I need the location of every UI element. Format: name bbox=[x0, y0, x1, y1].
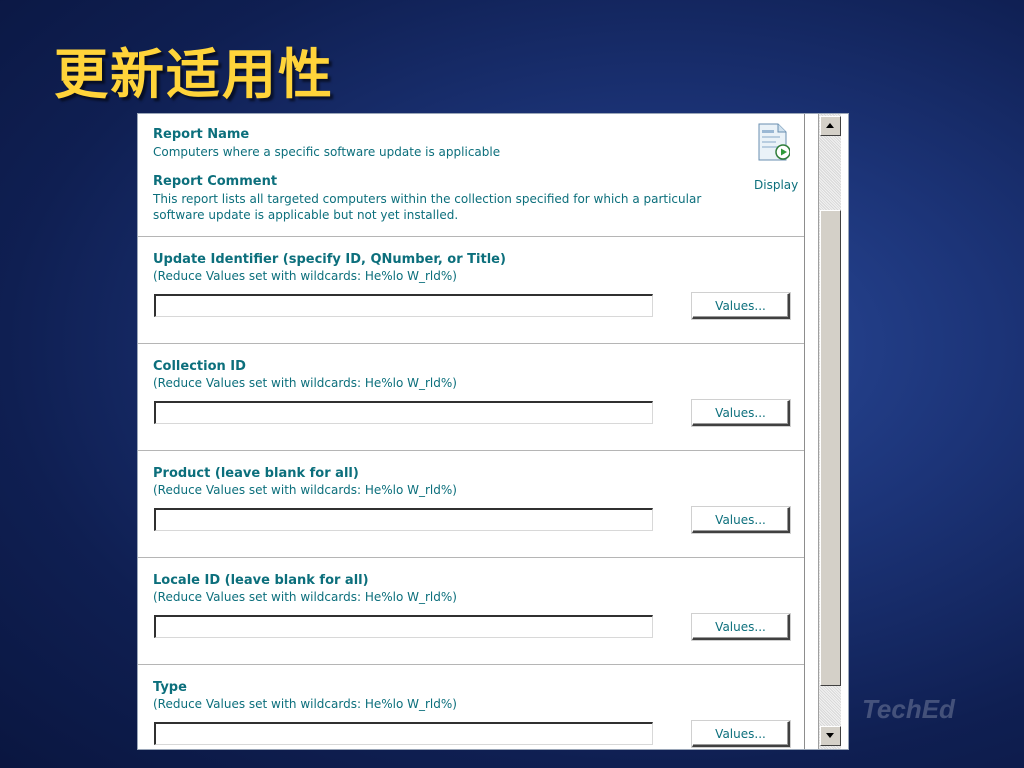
type-input[interactable] bbox=[154, 722, 653, 745]
locale-id-input[interactable] bbox=[154, 615, 653, 638]
watermark-logo: TechEd bbox=[862, 694, 955, 724]
vertical-scrollbar[interactable] bbox=[818, 114, 841, 749]
product-input[interactable] bbox=[154, 508, 653, 531]
parameter-name: Update Identifier (specify ID, QNumber, … bbox=[153, 252, 506, 267]
parameter-name: Collection ID bbox=[153, 359, 246, 374]
parameter-hint: (Reduce Values set with wildcards: He%lo… bbox=[153, 697, 457, 711]
update-identifier-input[interactable] bbox=[154, 294, 653, 317]
scroll-up-arrow-icon bbox=[826, 123, 834, 128]
parameter-hint: (Reduce Values set with wildcards: He%lo… bbox=[153, 376, 457, 390]
parameter-name: Type bbox=[153, 680, 187, 695]
collection-id-values-button[interactable]: Values... bbox=[692, 400, 790, 426]
type-values-button[interactable]: Values... bbox=[692, 721, 790, 747]
report-window: Report Name Computers where a specific s… bbox=[137, 113, 849, 750]
parameter-update-identifier: Update Identifier (specify ID, QNumber, … bbox=[138, 237, 804, 344]
parameter-name: Locale ID (leave blank for all) bbox=[153, 573, 369, 588]
parameter-hint: (Reduce Values set with wildcards: He%lo… bbox=[153, 590, 457, 604]
update-identifier-values-button[interactable]: Values... bbox=[692, 293, 790, 319]
report-comment-value: This report lists all targeted computers… bbox=[153, 192, 702, 222]
slide-title: 更新适用性 bbox=[54, 42, 334, 106]
parameter-hint: (Reduce Values set with wildcards: He%lo… bbox=[153, 483, 457, 497]
scrollbar-thumb[interactable] bbox=[820, 210, 841, 686]
parameter-collection-id: Collection ID (Reduce Values set with wi… bbox=[138, 344, 804, 451]
parameter-type: Type (Reduce Values set with wildcards: … bbox=[138, 665, 804, 749]
report-header: Report Name Computers where a specific s… bbox=[138, 114, 804, 237]
report-display-icon[interactable] bbox=[756, 122, 790, 162]
report-content: Report Name Computers where a specific s… bbox=[138, 114, 805, 749]
scroll-down-arrow-icon bbox=[826, 733, 834, 738]
locale-id-values-button[interactable]: Values... bbox=[692, 614, 790, 640]
report-name-value: Computers where a specific software upda… bbox=[153, 145, 501, 159]
scroll-up-button[interactable] bbox=[820, 116, 841, 136]
display-label[interactable]: Display bbox=[754, 178, 798, 192]
parameter-name: Product (leave blank for all) bbox=[153, 466, 359, 481]
report-comment-label: Report Comment bbox=[153, 174, 278, 189]
collection-id-input[interactable] bbox=[154, 401, 653, 424]
parameter-hint: (Reduce Values set with wildcards: He%lo… bbox=[153, 269, 457, 283]
parameter-product: Product (leave blank for all) (Reduce Va… bbox=[138, 451, 804, 558]
scroll-down-button[interactable] bbox=[820, 726, 841, 746]
report-name-label: Report Name bbox=[153, 127, 250, 142]
parameter-locale-id: Locale ID (leave blank for all) (Reduce … bbox=[138, 558, 804, 665]
product-values-button[interactable]: Values... bbox=[692, 507, 790, 533]
